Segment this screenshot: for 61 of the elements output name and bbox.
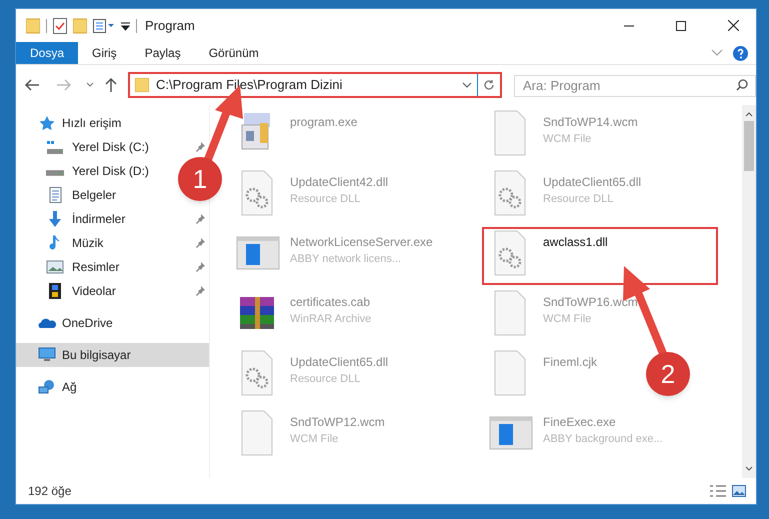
nav-item[interactable]: OneDrive [16,311,209,335]
details-view-icon[interactable] [710,485,726,497]
folder-icon [135,78,149,92]
nav-item[interactable]: Ağ [16,375,209,399]
file-type: ABBY background exe... [543,432,663,447]
ribbon-tab[interactable]: Paylaş [130,42,195,64]
dropdown-caret-icon[interactable] [462,82,472,88]
back-arrow-icon[interactable] [24,78,40,92]
search-field[interactable]: Ara: Program [514,74,756,96]
file-type: ABBY network licens... [290,252,402,267]
view-options-icon [93,18,115,32]
ribbon-tab[interactable]: Dosya [16,42,78,64]
ribbon-tab[interactable]: Giriş [78,42,131,64]
drive-icon [46,170,64,176]
file-type: Resource DLL [543,192,614,207]
expand-ribbon-icon [711,49,723,57]
monitor-icon [38,347,56,363]
file-type: WCM File [543,132,592,147]
large-icons-view-icon[interactable] [732,485,746,497]
nav-item[interactable]: Yerel Disk (D:) [46,159,149,183]
address-bar[interactable]: C:\Program Files\Program Dizini [128,72,502,98]
film-icon [46,283,64,299]
file-type: Resource DLL [290,192,362,207]
nav-item[interactable]: İndirmeler [46,207,126,231]
recent-caret-icon[interactable] [86,82,94,88]
file-type: Resource DLL [290,372,362,387]
nav-item[interactable]: Müzik [46,231,104,255]
file-type: WCM File [290,432,340,447]
drive-icon [46,140,64,154]
scroll-down-icon[interactable] [745,466,753,472]
nav-item[interactable]: Videolar [46,279,116,303]
window-title: Program [145,16,195,35]
address-path: C:\Program Files\Program Dizini [156,76,342,94]
new-folder-icon [73,18,87,34]
item-count: 192 öğe [28,483,72,500]
refresh-icon[interactable] [483,79,495,91]
nav-item[interactable]: Hızlı erişim [16,111,209,135]
properties-check-icon [53,18,67,34]
customize-arrow-icon [121,20,130,30]
scrollbar[interactable] [742,105,756,478]
file-type: WinRAR Archive [290,312,372,327]
file-name[interactable]: awclass1.dll [543,233,608,251]
ribbon-tab[interactable]: Görünüm [194,42,273,64]
download-icon [46,211,64,227]
network-icon [38,379,56,395]
star-icon [38,115,56,131]
nav-item[interactable]: Bu bilgisayar [16,343,209,367]
search-icon [736,79,748,91]
image-icon [46,259,64,275]
scroll-thumb[interactable] [744,121,754,171]
nav-item[interactable]: Resimler [46,255,120,279]
nav-item[interactable]: Yerel Disk (C:) [46,135,149,159]
up-arrow-icon[interactable] [104,77,118,93]
nav-item[interactable]: Belgeler [46,183,116,207]
file-type: WCM File [543,312,592,327]
close-icon [728,20,738,31]
scroll-up-icon[interactable] [745,111,753,117]
help-icon [733,46,748,60]
folder-icon [26,18,40,34]
maximize-icon [676,20,686,30]
minimize-icon [624,24,634,26]
